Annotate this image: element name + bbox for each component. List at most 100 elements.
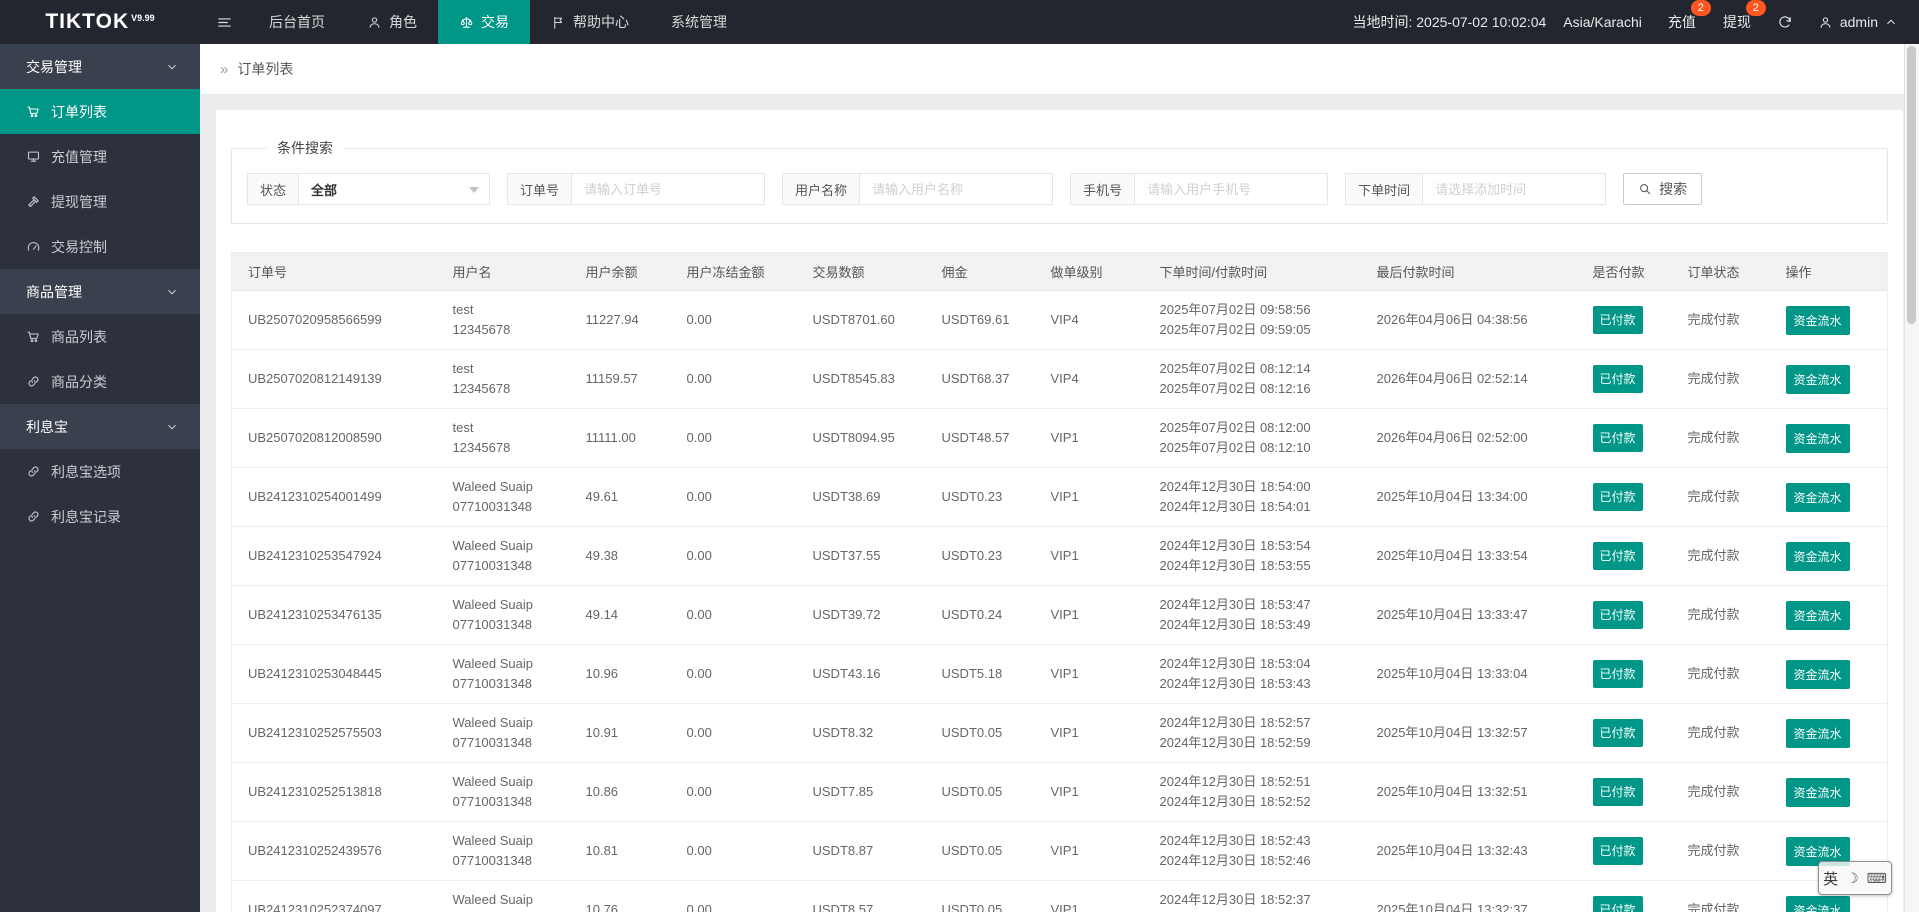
- fund-flow-button[interactable]: 资金流水: [1785, 600, 1850, 630]
- search-button[interactable]: 搜索: [1623, 173, 1703, 205]
- table-row: UB2412310252439576 Waleed Suaip 07710031…: [231, 821, 1888, 881]
- phone-label: 手机号: [1071, 174, 1136, 204]
- cell-action: 资金流水: [1769, 526, 1888, 586]
- refresh-icon: [1777, 14, 1793, 30]
- paid-status-badge: 已付款: [1592, 778, 1643, 806]
- cell-order-no: UB2507020812149139: [231, 349, 437, 409]
- search-panel-title: 条件搜索: [277, 140, 333, 156]
- cell-order-no: UB2412310254001499: [231, 467, 437, 527]
- sidebar-item[interactable]: 商品分类: [0, 359, 200, 404]
- sidebar-item[interactable]: 充值管理: [0, 134, 200, 179]
- fund-flow-button[interactable]: 资金流水: [1785, 659, 1850, 689]
- paid-status-badge: 已付款: [1592, 601, 1643, 629]
- cell-user: Waleed Suaip 07710031348: [436, 467, 570, 527]
- sidebar-item[interactable]: 交易控制: [0, 224, 200, 269]
- ime-toolbar[interactable]: 英 ☽ ⌨: [1818, 861, 1892, 895]
- nav-item[interactable]: 交易: [438, 0, 530, 44]
- cell-amount: USDT8.57: [796, 880, 926, 912]
- cell-action: 资金流水: [1769, 349, 1888, 409]
- cell-times: 2024年12月30日 18:52:51 2024年12月30日 18:52:5…: [1143, 762, 1361, 822]
- cell-commission: USDT0.05: [925, 703, 1035, 763]
- fund-flow-button[interactable]: 资金流水: [1785, 718, 1850, 748]
- cell-commission: USDT0.05: [925, 880, 1035, 912]
- sidebar-item[interactable]: 提现管理: [0, 179, 200, 224]
- cell-paid: 已付款: [1576, 703, 1672, 763]
- user-name-input[interactable]: [860, 174, 1053, 204]
- cell-balance: 49.38: [569, 526, 671, 586]
- cell-times: 2024年12月30日 18:52:43 2024年12月30日 18:52:4…: [1143, 821, 1361, 881]
- column-header: 做单级别: [1034, 252, 1144, 291]
- scales-icon: [459, 15, 474, 30]
- column-header: 操作: [1769, 252, 1888, 291]
- cell-last-pay-time: 2025年10月04日 13:33:47: [1360, 585, 1577, 645]
- fund-flow-button[interactable]: 资金流水: [1785, 895, 1850, 912]
- fund-flow-button[interactable]: 资金流水: [1785, 423, 1850, 453]
- nav-item[interactable]: 帮助中心: [530, 0, 650, 44]
- status-select[interactable]: 全部: [299, 174, 489, 204]
- cell-status: 完成付款: [1671, 880, 1770, 912]
- cell-times: 2024年12月30日 18:52:37 2024年12月30日 18:52:3…: [1143, 880, 1361, 912]
- hamburger-icon: [216, 14, 233, 31]
- sidebar-item[interactable]: 利息宝记录: [0, 494, 200, 539]
- withdraw-menu-item[interactable]: 提现 2: [1722, 0, 1766, 34]
- admin-dropdown[interactable]: admin: [1818, 14, 1897, 30]
- cell-balance: 10.81: [569, 821, 671, 881]
- cell-status: 完成付款: [1671, 408, 1770, 468]
- cell-frozen: 0.00: [670, 644, 797, 704]
- sidebar-toggle-button[interactable]: [200, 0, 248, 44]
- app-logo[interactable]: TIKTOK V9.99: [0, 0, 200, 44]
- cell-frozen: 0.00: [670, 349, 797, 409]
- sidebar-group-title[interactable]: 商品管理: [0, 269, 200, 314]
- cell-commission: USDT68.37: [925, 349, 1035, 409]
- fund-flow-button[interactable]: 资金流水: [1785, 482, 1850, 512]
- cell-user: test 12345678: [436, 408, 570, 468]
- main-nav: 后台首页 角色 交易 帮助中心 系统管理: [248, 0, 748, 44]
- column-header: 用户冻结金额: [670, 252, 797, 291]
- sidebar-item[interactable]: 利息宝选项: [0, 449, 200, 494]
- sidebar-item[interactable]: 订单列表: [0, 89, 200, 134]
- cell-last-pay-time: 2025年10月04日 13:32:37: [1360, 880, 1577, 912]
- nav-item[interactable]: 后台首页: [248, 0, 346, 44]
- search-icon: [1638, 182, 1652, 196]
- nav-item[interactable]: 系统管理: [650, 0, 748, 44]
- cell-last-pay-time: 2026年04月06日 02:52:14: [1360, 349, 1577, 409]
- moon-icon: ☽: [1846, 869, 1859, 886]
- phone-input[interactable]: [1135, 174, 1328, 204]
- cell-last-pay-time: 2025年10月04日 13:33:54: [1360, 526, 1577, 586]
- order-no-input[interactable]: [572, 174, 765, 204]
- cell-commission: USDT0.24: [925, 585, 1035, 645]
- fund-flow-button[interactable]: 资金流水: [1785, 305, 1850, 335]
- cell-order-no: UB2412310252575503: [231, 703, 437, 763]
- cell-times: 2024年12月30日 18:53:54 2024年12月30日 18:53:5…: [1143, 526, 1361, 586]
- sidebar-group-title[interactable]: 利息宝: [0, 404, 200, 449]
- status-label: 状态: [248, 174, 300, 204]
- paid-status-badge: 已付款: [1592, 719, 1643, 747]
- cell-level: VIP4: [1034, 349, 1144, 409]
- vertical-scrollbar[interactable]: [1904, 44, 1919, 912]
- cell-level: VIP1: [1034, 467, 1144, 527]
- cell-status: 完成付款: [1671, 703, 1770, 763]
- fund-flow-button[interactable]: 资金流水: [1785, 541, 1850, 571]
- cell-action: 资金流水: [1769, 408, 1888, 468]
- cell-commission: USDT0.23: [925, 526, 1035, 586]
- sidebar-group-title[interactable]: 交易管理: [0, 44, 200, 89]
- sidebar-item[interactable]: 商品列表: [0, 314, 200, 359]
- content-area: 条件搜索 状态 全部 订单号 用户名称: [200, 95, 1919, 912]
- nav-item[interactable]: 角色: [346, 0, 438, 44]
- cell-paid: 已付款: [1576, 408, 1672, 468]
- cell-status: 完成付款: [1671, 349, 1770, 409]
- scrollbar-thumb[interactable]: [1907, 46, 1916, 324]
- recharge-count-badge: 2: [1690, 0, 1711, 16]
- cell-level: VIP4: [1034, 290, 1144, 350]
- breadcrumb-arrow: »: [220, 60, 229, 78]
- cell-frozen: 0.00: [670, 762, 797, 822]
- cell-balance: 49.61: [569, 467, 671, 527]
- fund-flow-button[interactable]: 资金流水: [1785, 364, 1850, 394]
- order-time-input[interactable]: [1423, 174, 1606, 204]
- cell-balance: 11111.00: [569, 408, 671, 468]
- fund-flow-button[interactable]: 资金流水: [1785, 777, 1850, 807]
- recharge-menu-item[interactable]: 充值 2: [1667, 0, 1711, 34]
- column-header: 订单状态: [1671, 252, 1770, 291]
- cell-user: Waleed Suaip 07710031348: [436, 821, 570, 881]
- refresh-button[interactable]: [1777, 14, 1793, 30]
